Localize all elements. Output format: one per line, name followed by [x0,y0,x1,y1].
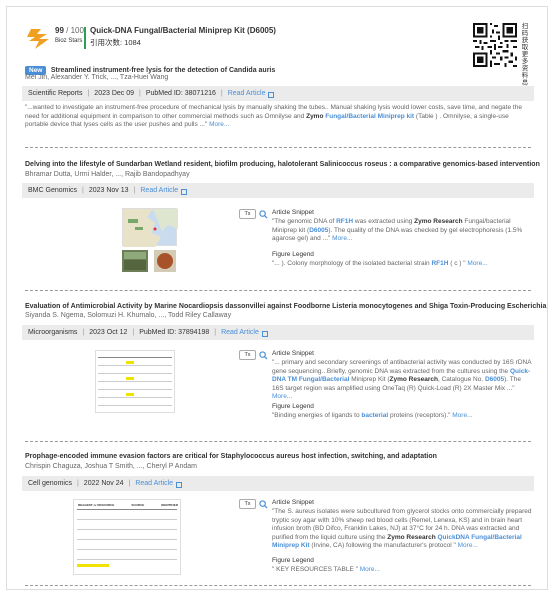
figure-legend: "Binding energies of ligands to bacteria… [272,412,473,419]
read-article-link[interactable]: Read Article [135,480,173,487]
pub-date: 2023 Dec 09 [94,90,134,97]
table-header: REAGENT or RESOURCE SOURCE IDENTIFIER [78,503,178,507]
divider [25,290,531,291]
figure-colony-thumbnail[interactable] [154,250,176,272]
figure-legend-label: Figure Legend [272,251,314,258]
bioz-logo-icon [27,29,49,49]
article-snippet: "The S. aureus isolates were subcultured… [272,508,532,549]
article-meta-bar: Scientific Reports | 2023 Dec 09 | PubMed … [22,86,534,101]
citation-card: 99 / 100 Bioz Stars Quick-DNA Fungal/Bac… [6,6,548,590]
more-link[interactable]: More... [332,235,352,242]
more-link[interactable]: More... [360,566,380,573]
external-link-icon [181,188,188,195]
figure-photo-thumbnail[interactable] [122,250,148,272]
translate-button[interactable]: Tx [239,209,256,219]
header-divider [84,27,86,49]
qr-caption: 扫 码 获 取 更 多 资 料 总 结 [521,23,529,93]
read-article-link[interactable]: Read Article [140,187,178,194]
snippet-label: Article Snippet [272,499,314,506]
figure-table-thumbnail[interactable] [95,350,175,413]
figure-legend-label: Figure Legend [272,557,314,564]
translate-button[interactable]: Tx [239,499,256,509]
pubmed-id: PubMed ID: 37894198 [139,329,210,336]
pub-date: 2023 Oct 12 [89,329,128,336]
article-snippet: "...wanted to investigate an instrument-… [25,104,522,128]
article-authors: Mei Jin, Alexander Y. Trick, ..., Tza-Hu… [25,74,169,81]
article-authors: Siyanda S. Ngema, Solomuzi H. Khumalo, .… [25,312,232,319]
article-title[interactable]: Delving into the lifestyle of Sundarban … [25,161,540,168]
journal-name: Microorganisms [28,329,78,336]
article-meta-bar: BMC Genomics | 2023 Nov 13 | Read Article [22,183,534,198]
read-article-link[interactable]: Read Article [228,90,266,97]
map-image [123,209,178,247]
zoom-icon[interactable] [259,500,268,509]
article-title[interactable]: Streamlined instrument-free lysis for th… [51,67,275,74]
figure-table-thumbnail[interactable]: REAGENT or RESOURCE SOURCE IDENTIFIER [73,499,181,575]
figure-legend: " KEY RESOURCES TABLE " More... [272,566,380,573]
article-title[interactable]: Prophage-encoded immune evasion factors … [25,453,535,460]
article-meta-bar: Cell genomics | 2022 Nov 24 | Read Article [22,476,534,491]
article-snippet: "The genomic DNA of RF1H was extracted u… [272,218,523,242]
more-link[interactable]: More... [209,121,229,128]
more-link[interactable]: More... [458,542,478,549]
divider [25,441,531,442]
external-link-icon [268,91,275,98]
figure-legend-label: Figure Legend [272,403,314,410]
article-authors: Chrispin Chaguza, Joshua T Smith, ..., C… [25,463,197,470]
more-link[interactable]: More... [272,393,292,400]
pubmed-id: PubMed ID: 38071216 [145,90,216,97]
bioz-stars-label: Bioz Stars [55,38,83,44]
article-authors: Bhramar Dutta, Urmi Halder, ..., Rajib B… [25,171,190,178]
external-link-icon [176,481,183,488]
zoom-icon[interactable] [259,210,268,219]
pub-date: 2023 Nov 13 [88,187,129,194]
article-title[interactable]: Evaluation of Antimicrobial Activity by … [25,303,547,310]
more-link[interactable]: More... [467,260,487,267]
figure-map-thumbnail[interactable] [122,208,178,247]
article-meta-bar: Microorganisms | 2023 Oct 12 | PubMed ID: … [22,325,534,340]
product-title[interactable]: Quick-DNA Fungal/Bacterial Miniprep Kit … [90,26,276,35]
figure-legend: "... ). Colony morphology of the isolate… [272,260,488,267]
pub-date: 2022 Nov 24 [83,480,124,487]
external-link-icon [261,330,268,337]
citation-count: 引用次数: 1084 [90,38,141,47]
divider [25,147,531,148]
translate-button[interactable]: Tx [239,350,256,360]
divider [25,585,531,586]
more-link[interactable]: More... [452,412,472,419]
bioz-score: 99 / 100 [55,26,84,35]
article-snippet: "... primary and secondary screenings of… [272,359,532,400]
zoom-icon[interactable] [259,351,268,360]
qr-code-icon[interactable] [473,23,517,67]
journal-name: Scientific Reports [28,90,83,97]
journal-name: BMC Genomics [28,187,78,194]
read-article-link[interactable]: Read Article [221,329,259,336]
snippet-label: Article Snippet [272,350,314,357]
journal-name: Cell genomics [28,480,72,487]
snippet-label: Article Snippet [272,209,314,216]
